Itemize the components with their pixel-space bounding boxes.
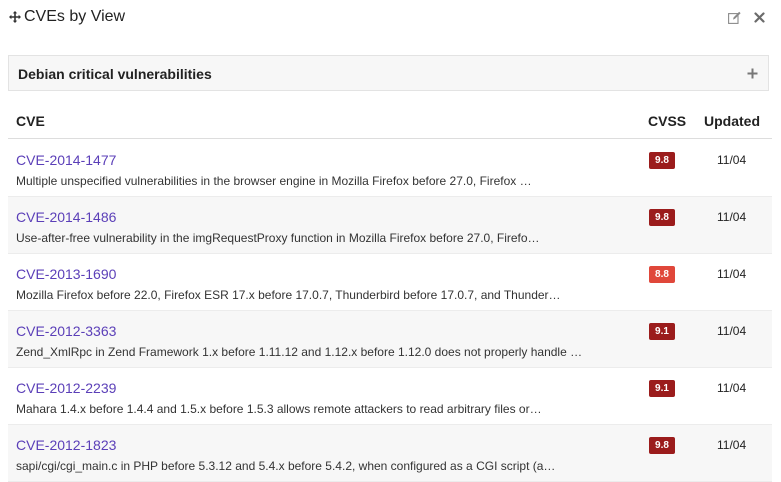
- widget-header: CVEs by View: [0, 0, 781, 36]
- table-row: CVE-2012-3363 Zend_XmlRpc in Zend Framew…: [8, 311, 772, 368]
- updated-date: 11/04: [717, 153, 747, 167]
- table-row: CVE-2014-1486 Use-after-free vulnerabili…: [8, 197, 772, 254]
- table-header: CVE CVSS Updated: [8, 107, 772, 139]
- cve-link[interactable]: CVE-2012-1823: [16, 437, 116, 453]
- cvss-badge: 8.8: [649, 266, 675, 283]
- cve-link[interactable]: CVE-2014-1477: [16, 152, 116, 168]
- cvss-badge: 9.8: [649, 152, 675, 169]
- updated-date: 11/04: [717, 210, 747, 224]
- dashboard-section: Debian critical vulnerabilities: [8, 55, 769, 91]
- cvss-badge: 9.8: [649, 437, 675, 454]
- column-header-updated: Updated: [704, 113, 760, 129]
- table-row: CVE-2012-2239 Mahara 1.4.x before 1.4.4 …: [8, 368, 772, 425]
- cve-link[interactable]: CVE-2012-3363: [16, 323, 116, 339]
- section-title: Debian critical vulnerabilities: [18, 66, 212, 82]
- cvss-badge: 9.1: [649, 323, 675, 340]
- plus-icon[interactable]: [747, 68, 758, 79]
- cve-description: Multiple unspecified vulnerabilities in …: [16, 174, 532, 188]
- table-row: CVE-2012-1823 sapi/cgi/cgi_main.c in PHP…: [8, 425, 772, 482]
- updated-date: 11/04: [717, 324, 747, 338]
- move-icon[interactable]: [9, 11, 21, 23]
- cve-description: Mahara 1.4.x before 1.4.4 and 1.5.x befo…: [16, 402, 542, 416]
- cve-description: sapi/cgi/cgi_main.c in PHP before 5.3.12…: [16, 459, 556, 473]
- cve-link[interactable]: CVE-2014-1486: [16, 209, 116, 225]
- cve-link[interactable]: CVE-2012-2239: [16, 380, 116, 396]
- column-header-cve: CVE: [16, 113, 45, 129]
- column-header-cvss: CVSS: [648, 113, 687, 129]
- cve-description: Zend_XmlRpc in Zend Framework 1.x before…: [16, 345, 583, 359]
- updated-date: 11/04: [717, 438, 747, 452]
- cvss-badge: 9.8: [649, 209, 675, 226]
- edit-icon[interactable]: [728, 11, 741, 24]
- widget-title: CVEs by View: [24, 8, 126, 25]
- updated-date: 11/04: [717, 381, 747, 395]
- cve-description: Mozilla Firefox before 22.0, Firefox ESR…: [16, 288, 561, 302]
- cve-link[interactable]: CVE-2013-1690: [16, 266, 116, 282]
- cve-list: CVE-2014-1477 Multiple unspecified vulne…: [8, 140, 772, 482]
- updated-date: 11/04: [717, 267, 747, 281]
- table-row: CVE-2013-1690 Mozilla Firefox before 22.…: [8, 254, 772, 311]
- close-icon[interactable]: [754, 12, 765, 23]
- cvss-badge: 9.1: [649, 380, 675, 397]
- cve-description: Use-after-free vulnerability in the imgR…: [16, 231, 540, 245]
- table-row: CVE-2014-1477 Multiple unspecified vulne…: [8, 140, 772, 197]
